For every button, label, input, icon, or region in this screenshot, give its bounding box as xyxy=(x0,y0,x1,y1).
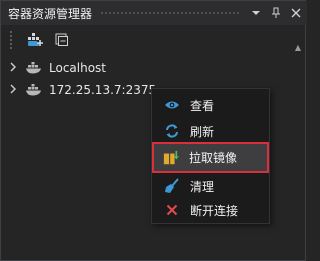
collapse-all-icon[interactable] xyxy=(52,30,72,50)
refresh-icon xyxy=(164,123,180,139)
menu-item-disconnect[interactable]: 断开连接 xyxy=(154,197,269,223)
title-grip xyxy=(100,10,241,16)
pull-image-icon xyxy=(163,150,179,166)
x-icon xyxy=(164,202,180,218)
eye-icon xyxy=(164,97,180,113)
add-connection-icon[interactable] xyxy=(24,30,44,50)
menu-item-label: 查看 xyxy=(190,98,215,113)
broom-icon xyxy=(164,178,180,194)
menu-item-label: 清理 xyxy=(190,179,215,194)
menu-item-label: 拉取镜像 xyxy=(189,151,238,165)
pin-icon[interactable] xyxy=(267,4,285,22)
tree-node-label: Localhost xyxy=(49,61,107,75)
panel-title: 容器资源管理器 xyxy=(8,6,93,21)
menu-item-label: 刷新 xyxy=(190,124,215,139)
menu-item-label: 断开连接 xyxy=(190,203,239,218)
dropdown-arrow-icon[interactable] xyxy=(247,4,265,22)
close-icon[interactable] xyxy=(287,4,305,22)
menu-item-refresh[interactable]: 刷新 xyxy=(154,118,269,144)
tree-node-localhost[interactable]: Localhost xyxy=(1,57,307,79)
tree-node-label: 172.25.13.7:2375 xyxy=(49,83,157,97)
menu-item-prune[interactable]: 清理 xyxy=(154,173,269,199)
chevron-right-icon[interactable] xyxy=(9,84,21,97)
docker-host-icon xyxy=(25,83,43,97)
docker-host-icon xyxy=(25,61,43,75)
panel-titlebar: 容器资源管理器 xyxy=(1,1,307,25)
context-menu: 查看 刷新 拉取镜像 清理 断开连接 xyxy=(151,88,270,224)
scroll-up-arrow-icon[interactable]: ▲ xyxy=(293,43,303,53)
container-explorer-panel: 容器资源管理器 ▲ Localhost 172.25.13.7:2375 查看 … xyxy=(0,0,307,261)
chevron-right-icon[interactable] xyxy=(9,62,21,75)
menu-item-pull-image[interactable]: 拉取镜像 xyxy=(152,142,269,173)
menu-item-view[interactable]: 查看 xyxy=(154,92,269,118)
toolbar-grip xyxy=(9,30,14,50)
panel-toolbar xyxy=(1,25,307,55)
